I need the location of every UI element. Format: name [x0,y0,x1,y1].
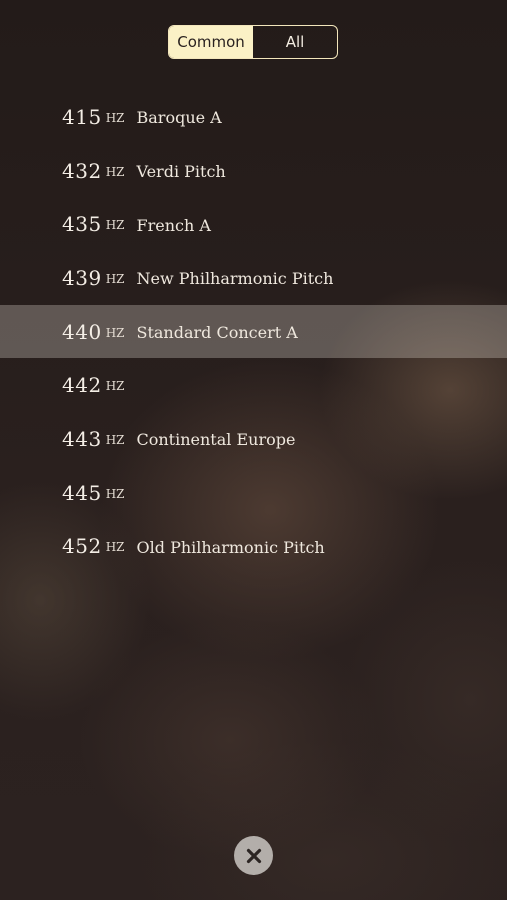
pitch-name: New Philharmonic Pitch [136,269,334,289]
pitch-filter-segmented-control[interactable]: Common All [168,25,338,59]
pitch-name: Verdi Pitch [136,162,226,182]
pitch-row-415[interactable]: 415 HZ Baroque A [0,90,507,144]
pitch-row-439[interactable]: 439 HZ New Philharmonic Pitch [0,251,507,305]
pitch-unit: HZ [105,325,125,340]
close-button[interactable] [234,836,273,875]
pitch-unit: HZ [105,379,125,394]
pitch-row-452[interactable]: 452 HZ Old Philharmonic Pitch [0,520,507,574]
pitch-row-432[interactable]: 432 HZ Verdi Pitch [0,144,507,198]
pitch-unit: HZ [105,271,125,286]
close-x-icon [246,848,261,863]
pitch-unit: HZ [105,110,125,125]
pitch-frequency: 435 [62,212,102,237]
pitch-frequency: 442 [62,373,102,398]
segment-common[interactable]: Common [169,26,253,58]
pitch-row-442[interactable]: 442 HZ [0,358,507,412]
pitch-frequency: 440 [62,319,102,344]
pitch-unit: HZ [105,540,125,555]
segment-all[interactable]: All [253,26,337,58]
pitch-name: Baroque A [136,108,222,128]
pitch-list: 415 HZ Baroque A 432 HZ Verdi Pitch 435 … [0,90,507,573]
pitch-frequency: 432 [62,158,102,183]
pitch-unit: HZ [105,432,125,447]
pitch-name: French A [136,215,211,235]
pitch-frequency: 415 [62,104,102,129]
pitch-unit: HZ [105,218,125,233]
pitch-unit: HZ [105,164,125,179]
pitch-frequency: 445 [62,480,102,505]
pitch-unit: HZ [105,486,125,501]
pitch-row-440-selected[interactable]: 440 HZ Standard Concert A [0,304,507,359]
pitch-frequency: 452 [62,534,102,559]
pitch-frequency: 439 [62,265,102,290]
pitch-row-435[interactable]: 435 HZ French A [0,197,507,251]
pitch-name: Standard Concert A [136,323,298,343]
pitch-name: Old Philharmonic Pitch [136,537,325,557]
pitch-name: Continental Europe [136,430,296,450]
pitch-row-445[interactable]: 445 HZ [0,466,507,520]
pitch-row-443[interactable]: 443 HZ Continental Europe [0,412,507,466]
pitch-frequency: 443 [62,426,102,451]
